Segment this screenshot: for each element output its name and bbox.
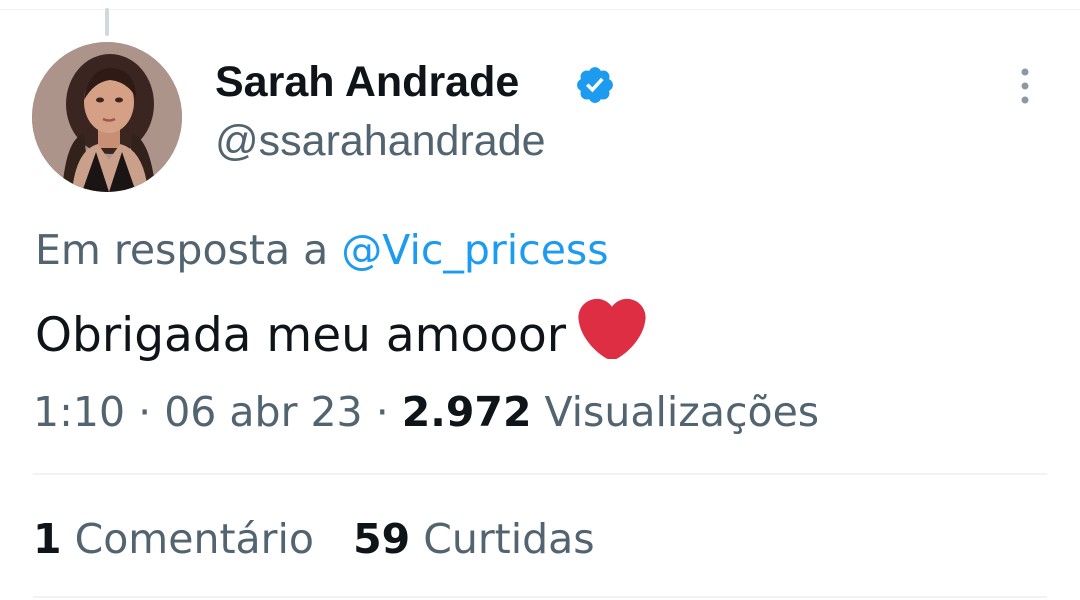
avatar[interactable]	[32, 42, 182, 192]
tweet-body: Obrigada meu amooor	[35, 297, 646, 363]
meta-separator: ·	[138, 388, 152, 436]
divider	[33, 473, 1047, 475]
comments-stat[interactable]: 1 Comentário	[33, 515, 314, 563]
author-handle[interactable]: @ssarahandrade	[215, 117, 546, 166]
thread-connector-line	[105, 8, 109, 36]
tweet-detail: Sarah Andrade @ssarahandrade Em resposta…	[0, 0, 1080, 600]
more-options-icon[interactable]	[1010, 66, 1040, 106]
reply-prefix: Em resposta a	[35, 226, 329, 274]
avatar-photo	[32, 42, 182, 192]
tweet-meta: 1:10 · 06 abr 23 · 2.972 Visualizações	[33, 388, 819, 436]
views-label: Visualizações	[544, 388, 820, 436]
likes-label: Curtidas	[423, 515, 595, 563]
red-heart-icon	[578, 298, 646, 359]
tweet-time[interactable]: 1:10	[33, 388, 125, 436]
likes-stat[interactable]: 59 Curtidas	[353, 515, 595, 563]
divider	[33, 596, 1047, 598]
views-count: 2.972	[401, 388, 532, 436]
top-divider	[0, 9, 1080, 10]
reply-mention-link[interactable]: @Vic_pricess	[341, 226, 608, 274]
author-display-name[interactable]: Sarah Andrade	[215, 58, 519, 107]
comments-count: 1	[33, 515, 62, 563]
engagement-stats: 1 Comentário 59 Curtidas	[33, 515, 595, 563]
tweet-text: Obrigada meu amooor	[35, 308, 567, 363]
comments-label: Comentário	[74, 515, 314, 563]
reply-context: Em resposta a @Vic_pricess	[35, 226, 609, 274]
verified-badge-icon	[577, 67, 613, 103]
meta-separator: ·	[375, 388, 389, 436]
likes-count: 59	[353, 515, 411, 563]
tweet-date[interactable]: 06 abr 23	[164, 388, 362, 436]
